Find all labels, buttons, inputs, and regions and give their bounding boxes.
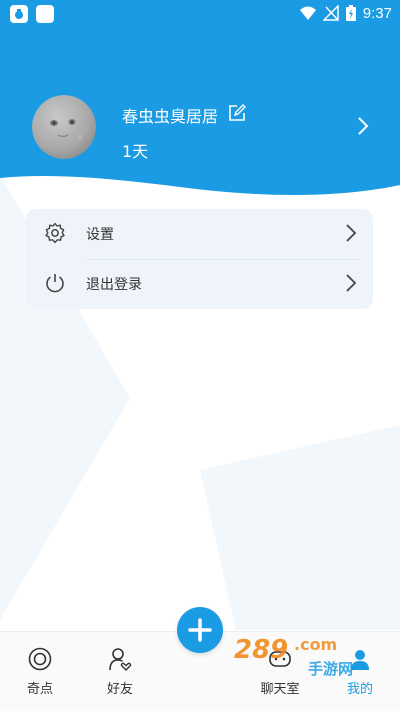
menu-item-logout[interactable]: 退出登录 xyxy=(26,259,373,309)
edit-icon[interactable] xyxy=(228,104,246,122)
chevron-right-icon xyxy=(346,224,357,242)
app-notification-icon xyxy=(36,5,54,23)
chevron-right-icon xyxy=(346,274,357,292)
nav-tab-label: 奇点 xyxy=(26,682,53,697)
nav-tab-qidian[interactable]: 奇点 xyxy=(0,632,80,702)
menu-card: 设置 退出登录 xyxy=(26,209,373,309)
avatar[interactable] xyxy=(32,95,96,159)
status-time: 9:37 xyxy=(362,4,392,22)
nav-tab-label: 我的 xyxy=(346,682,373,697)
power-icon xyxy=(46,274,64,293)
watermark-logo: 289 .com 手游网 xyxy=(234,635,353,678)
nav-tab-label: 好友 xyxy=(106,682,133,697)
svg-text:.com: .com xyxy=(294,635,337,654)
chevron-right-icon[interactable] xyxy=(355,116,371,136)
status-bar: 9:37 xyxy=(0,0,400,30)
nav-tab-label: 聊天室 xyxy=(260,682,300,697)
svg-text:手游网: 手游网 xyxy=(308,660,353,678)
no-signal-icon xyxy=(322,5,339,21)
wifi-icon xyxy=(299,6,316,20)
menu-item-label: 设置 xyxy=(86,227,114,243)
svg-text:289: 289 xyxy=(234,635,288,665)
screen: 9:37 春虫虫臭居居 1天 设置 退出登录 奇点 好友 聊天室 我的 289 … xyxy=(0,0,400,711)
nav-tab-friends[interactable]: 好友 xyxy=(80,632,160,702)
battery-charging-icon xyxy=(345,5,356,21)
gear-icon xyxy=(45,222,65,244)
add-button[interactable] xyxy=(177,607,223,653)
app-notification-icon xyxy=(10,5,28,23)
days-count: 1天 xyxy=(122,142,149,161)
plus-icon xyxy=(188,618,212,642)
menu-item-settings[interactable]: 设置 xyxy=(26,209,373,259)
friend-heart-icon xyxy=(109,648,132,671)
target-icon xyxy=(28,647,52,671)
menu-item-label: 退出登录 xyxy=(86,277,142,293)
username[interactable]: 春虫虫臭居居 xyxy=(122,103,218,127)
